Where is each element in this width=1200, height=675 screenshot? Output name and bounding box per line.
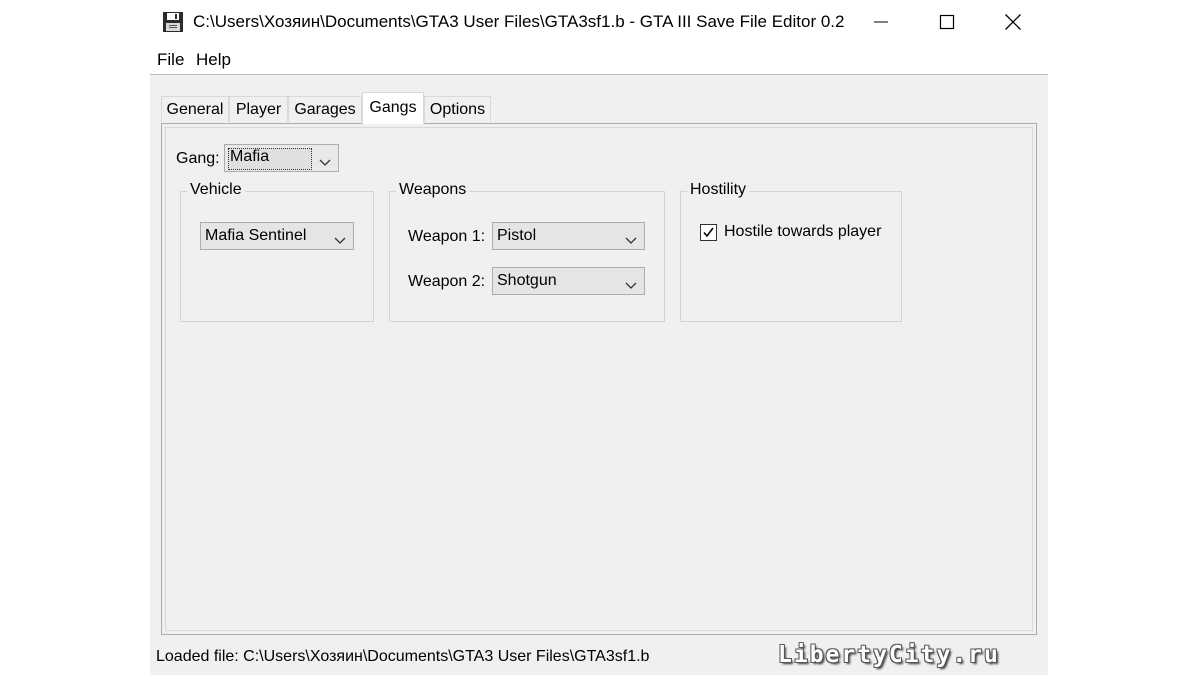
tab-options[interactable]: Options <box>424 96 491 122</box>
menu-file[interactable]: File <box>157 50 184 70</box>
status-bar-text: Loaded file: C:\Users\Хозяин\Documents\G… <box>156 648 650 665</box>
weapon2-select[interactable]: Shotgun <box>492 267 645 295</box>
weapon2-label: Weapon 2: <box>408 273 486 290</box>
checkmark-icon <box>703 227 714 238</box>
chevron-down-icon <box>625 277 637 295</box>
close-button[interactable] <box>980 0 1046 44</box>
window-title: C:\Users\Хозяин\Documents\GTA3 User File… <box>193 12 845 31</box>
vehicle-group-title: Vehicle <box>187 181 245 199</box>
right-background <box>1048 0 1198 675</box>
hostility-group: Hostility <box>680 181 902 322</box>
watermark-logo: LibertyCity.ru <box>778 642 1000 668</box>
weapons-group: Weapons <box>389 181 665 322</box>
menu-help[interactable]: Help <box>196 50 231 70</box>
tab-player[interactable]: Player <box>229 96 288 122</box>
floppy-disk-icon[interactable] <box>162 11 184 33</box>
minimize-icon <box>873 14 889 30</box>
chevron-down-icon <box>334 232 346 250</box>
tab-gangs[interactable]: Gangs <box>362 92 424 124</box>
gang-select[interactable]: Mafia <box>224 144 339 172</box>
hostile-checkbox-label[interactable]: Hostile towards player <box>724 223 881 241</box>
vehicle-select[interactable]: Mafia Sentinel <box>200 222 354 250</box>
minimize-button[interactable] <box>848 0 914 44</box>
maximize-button[interactable] <box>914 0 980 44</box>
app-window: C:\Users\Хозяин\Documents\GTA3 User File… <box>150 0 1048 675</box>
maximize-icon <box>939 14 955 30</box>
weapon2-select-value: Shotgun <box>497 272 557 289</box>
gang-label: Gang: <box>176 150 220 167</box>
gang-select-value: Mafia <box>230 148 270 165</box>
weapon1-label: Weapon 1: <box>408 228 486 245</box>
vehicle-group: Vehicle <box>180 181 374 322</box>
menu-bar: File Help <box>150 44 1048 75</box>
weapon1-select[interactable]: Pistol <box>492 222 645 250</box>
tab-garages[interactable]: Garages <box>288 96 362 122</box>
vehicle-select-value: Mafia Sentinel <box>205 227 307 244</box>
chevron-down-icon <box>625 232 637 250</box>
weapon1-select-value: Pistol <box>497 227 537 244</box>
title-bar: C:\Users\Хозяин\Documents\GTA3 User File… <box>150 0 1048 44</box>
hostile-checkbox[interactable] <box>700 224 717 241</box>
close-icon <box>1004 13 1022 31</box>
left-background <box>0 0 150 675</box>
chevron-down-icon <box>319 154 331 172</box>
hostility-group-title: Hostility <box>687 181 750 199</box>
weapons-group-title: Weapons <box>396 181 470 199</box>
tab-general[interactable]: General <box>161 96 229 122</box>
